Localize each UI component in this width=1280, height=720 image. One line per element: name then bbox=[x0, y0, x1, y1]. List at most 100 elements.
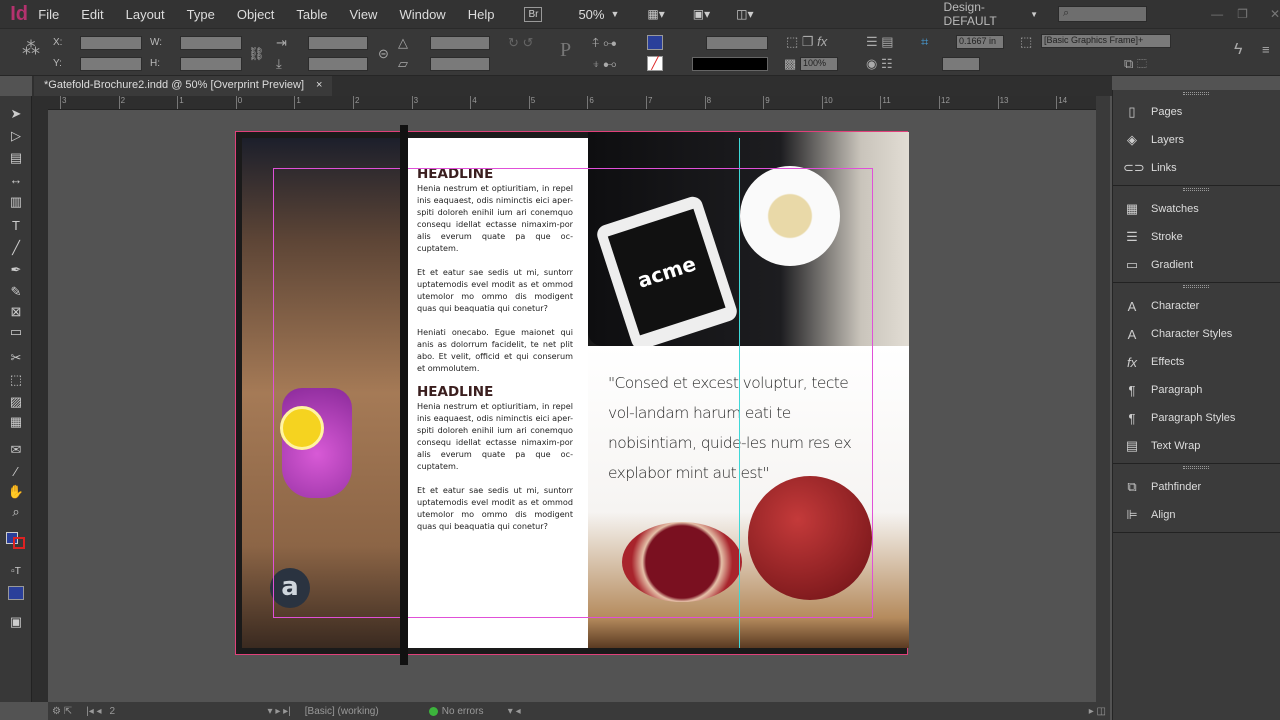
free-transform-tool-icon[interactable]: ⬚ bbox=[6, 372, 26, 390]
stroke-type-dropdown[interactable] bbox=[692, 57, 768, 71]
line-tool-icon[interactable]: ╱ bbox=[6, 240, 26, 258]
frame-fitting-icon[interactable]: ⌗ bbox=[921, 35, 928, 49]
offset-field[interactable]: 0.1667 in bbox=[956, 35, 1004, 49]
panel-pages[interactable]: ▯ Pages bbox=[1123, 101, 1182, 123]
fill-color-swatch[interactable] bbox=[647, 35, 663, 50]
view-options-icon[interactable]: ▣▾ bbox=[693, 7, 710, 21]
document-spread[interactable]: a HEADLINE Henia nestrum et optiuritiam,… bbox=[235, 131, 909, 655]
height-field[interactable] bbox=[180, 57, 242, 71]
panel-character-styles[interactable]: A Character Styles bbox=[1123, 323, 1233, 345]
text-wrap-icons-2[interactable]: ◉ ☷ bbox=[866, 57, 893, 71]
type-tool-icon[interactable]: T bbox=[6, 218, 26, 236]
rotation-field[interactable] bbox=[430, 36, 490, 50]
rectangle-tool-icon[interactable]: ▭ bbox=[6, 324, 26, 342]
menu-type[interactable]: Type bbox=[187, 7, 227, 22]
horizontal-ruler[interactable]: 3 2 1 0 1 2 3 4 5 6 7 8 9 10 11 12 13 14 bbox=[48, 96, 1096, 110]
rectangle-frame-tool-icon[interactable]: ⊠ bbox=[6, 304, 26, 322]
formatting-affects-icon[interactable]: ▫T bbox=[6, 566, 26, 584]
preview-icons[interactable]: ⚙ ⇱ bbox=[52, 706, 72, 717]
menu-table[interactable]: Table bbox=[296, 7, 339, 22]
link-scale-icon[interactable]: ⊝ bbox=[378, 47, 389, 61]
document-tab[interactable]: *Gatefold-Brochure2.indd @ 50% [Overprin… bbox=[34, 76, 333, 96]
first-page-button[interactable]: |◂ ◂ bbox=[86, 706, 101, 717]
stroke-weight-field[interactable] bbox=[706, 36, 768, 50]
constrain-proportions-icon[interactable]: ⛓ bbox=[248, 47, 265, 61]
opacity-field[interactable]: 100% bbox=[800, 57, 838, 71]
menu-help[interactable]: Help bbox=[468, 7, 507, 22]
menu-window[interactable]: Window bbox=[399, 7, 457, 22]
clear-overrides-icon[interactable]: ⧉ ⬚ bbox=[1124, 57, 1147, 71]
note-tool-icon[interactable]: ✉ bbox=[6, 442, 26, 460]
bridge-button[interactable]: Br bbox=[524, 6, 543, 22]
drop-shadow-icon[interactable]: ⬚ ❐ fx bbox=[786, 35, 827, 49]
scissors-tool-icon[interactable]: ✂ bbox=[6, 350, 26, 368]
menu-object[interactable]: Object bbox=[237, 7, 287, 22]
panel-character[interactable]: A Character bbox=[1123, 295, 1200, 317]
preflight-menu[interactable]: ▾ ◂ bbox=[508, 706, 521, 717]
panel-align[interactable]: ⊫ Align bbox=[1123, 504, 1175, 526]
hand-tool-icon[interactable]: ✋ bbox=[6, 484, 26, 502]
selection-tool-icon[interactable]: ➤ bbox=[6, 106, 26, 124]
menu-edit[interactable]: Edit bbox=[81, 7, 115, 22]
zoom-tool-icon[interactable]: ⌕ bbox=[6, 504, 26, 522]
quick-apply-icon[interactable]: ϟ bbox=[1234, 42, 1242, 58]
vertical-scrollbar[interactable] bbox=[1096, 96, 1110, 702]
panel-paragraph[interactable]: ¶ Paragraph bbox=[1123, 379, 1203, 401]
panel-menu-icon[interactable]: ≡ bbox=[1262, 43, 1270, 57]
pen-tool-icon[interactable]: ✒ bbox=[6, 262, 26, 280]
select-content-icon[interactable]: ⍖ ⊷ bbox=[592, 57, 616, 71]
panel-swatches[interactable]: ▦ Swatches bbox=[1123, 198, 1199, 220]
menu-view[interactable]: View bbox=[350, 7, 390, 22]
arrange-documents-icon[interactable]: ◫▾ bbox=[736, 7, 753, 21]
width-field[interactable] bbox=[180, 36, 242, 50]
panel-gradient[interactable]: ▭ Gradient bbox=[1123, 254, 1193, 276]
minimize-button[interactable]: — bbox=[1211, 7, 1223, 21]
preflight-status[interactable]: No errors bbox=[442, 706, 508, 717]
stroke-swatch[interactable] bbox=[13, 537, 25, 549]
panel-effects[interactable]: fx Effects bbox=[1123, 351, 1185, 373]
zoom-level-dropdown[interactable]: 50% bbox=[578, 7, 604, 22]
restore-button[interactable]: ❐ bbox=[1237, 7, 1248, 21]
preflight-profile[interactable]: [Basic] (working) bbox=[305, 706, 425, 717]
stroke-color-swatch[interactable]: ╱ bbox=[647, 56, 663, 71]
close-tab-button[interactable]: × bbox=[316, 79, 322, 91]
panel-links[interactable]: ⊂⊃ Links bbox=[1123, 157, 1177, 179]
gradient-tool-icon[interactable]: ▨ bbox=[6, 394, 26, 412]
gap-tool-icon[interactable]: ↔ bbox=[6, 172, 26, 190]
content-collector-icon[interactable]: ▥ bbox=[6, 194, 26, 212]
panel-layers[interactable]: ◈ Layers bbox=[1123, 129, 1184, 151]
eyedropper-tool-icon[interactable]: ⁄ bbox=[6, 464, 26, 482]
scale-x-field[interactable] bbox=[308, 36, 368, 50]
ruler-tick-label: 1 bbox=[177, 96, 184, 109]
menu-file[interactable]: File bbox=[38, 7, 71, 22]
vertical-ruler[interactable] bbox=[32, 96, 48, 702]
page-number-field[interactable]: 2 bbox=[110, 706, 190, 717]
screen-mode-icon[interactable]: ▦▾ bbox=[647, 7, 664, 21]
close-window-button[interactable]: ✕ bbox=[1270, 7, 1280, 21]
pencil-tool-icon[interactable]: ✎ bbox=[6, 284, 26, 302]
object-style-dropdown[interactable]: [Basic Graphics Frame]+ bbox=[1041, 34, 1171, 48]
select-container-icon[interactable]: ⍏ ⊶ bbox=[592, 36, 616, 50]
screen-mode-tool-icon[interactable]: ▣ bbox=[6, 614, 26, 632]
corner-shape-dropdown[interactable] bbox=[942, 57, 980, 71]
scale-y-field[interactable] bbox=[308, 57, 368, 71]
panel-text-wrap[interactable]: ▤ Text Wrap bbox=[1123, 435, 1200, 457]
panel-pathfinder[interactable]: ⧉ Pathfinder bbox=[1123, 476, 1201, 498]
search-input[interactable]: ⌕ bbox=[1058, 6, 1148, 22]
x-field[interactable] bbox=[80, 36, 142, 50]
gradient-feather-tool-icon[interactable]: ▦ bbox=[6, 414, 26, 432]
shear-field[interactable] bbox=[430, 57, 490, 71]
text-wrap-icons[interactable]: ☰ ▤ bbox=[866, 35, 894, 49]
horizontal-scrollbar-end[interactable]: ▸ ◫ bbox=[1089, 706, 1106, 717]
direct-selection-tool-icon[interactable]: ▷ bbox=[6, 128, 26, 146]
apply-color-icon[interactable] bbox=[8, 586, 24, 600]
panel-paragraph-styles[interactable]: ¶ Paragraph Styles bbox=[1123, 407, 1236, 429]
rotate-cw-icon[interactable]: ↻ ↺ bbox=[508, 36, 533, 50]
reference-point-icon[interactable]: ⁂ bbox=[22, 39, 40, 57]
y-field[interactable] bbox=[80, 57, 142, 71]
next-page-button[interactable]: ▾ ▸ ▸| bbox=[268, 706, 291, 717]
menu-layout[interactable]: Layout bbox=[126, 7, 177, 22]
panel-stroke[interactable]: ☰ Stroke bbox=[1123, 226, 1183, 248]
workspace-switcher[interactable]: Design-DEFAULT bbox=[944, 0, 1023, 28]
page-tool-icon[interactable]: ▤ bbox=[6, 150, 26, 168]
